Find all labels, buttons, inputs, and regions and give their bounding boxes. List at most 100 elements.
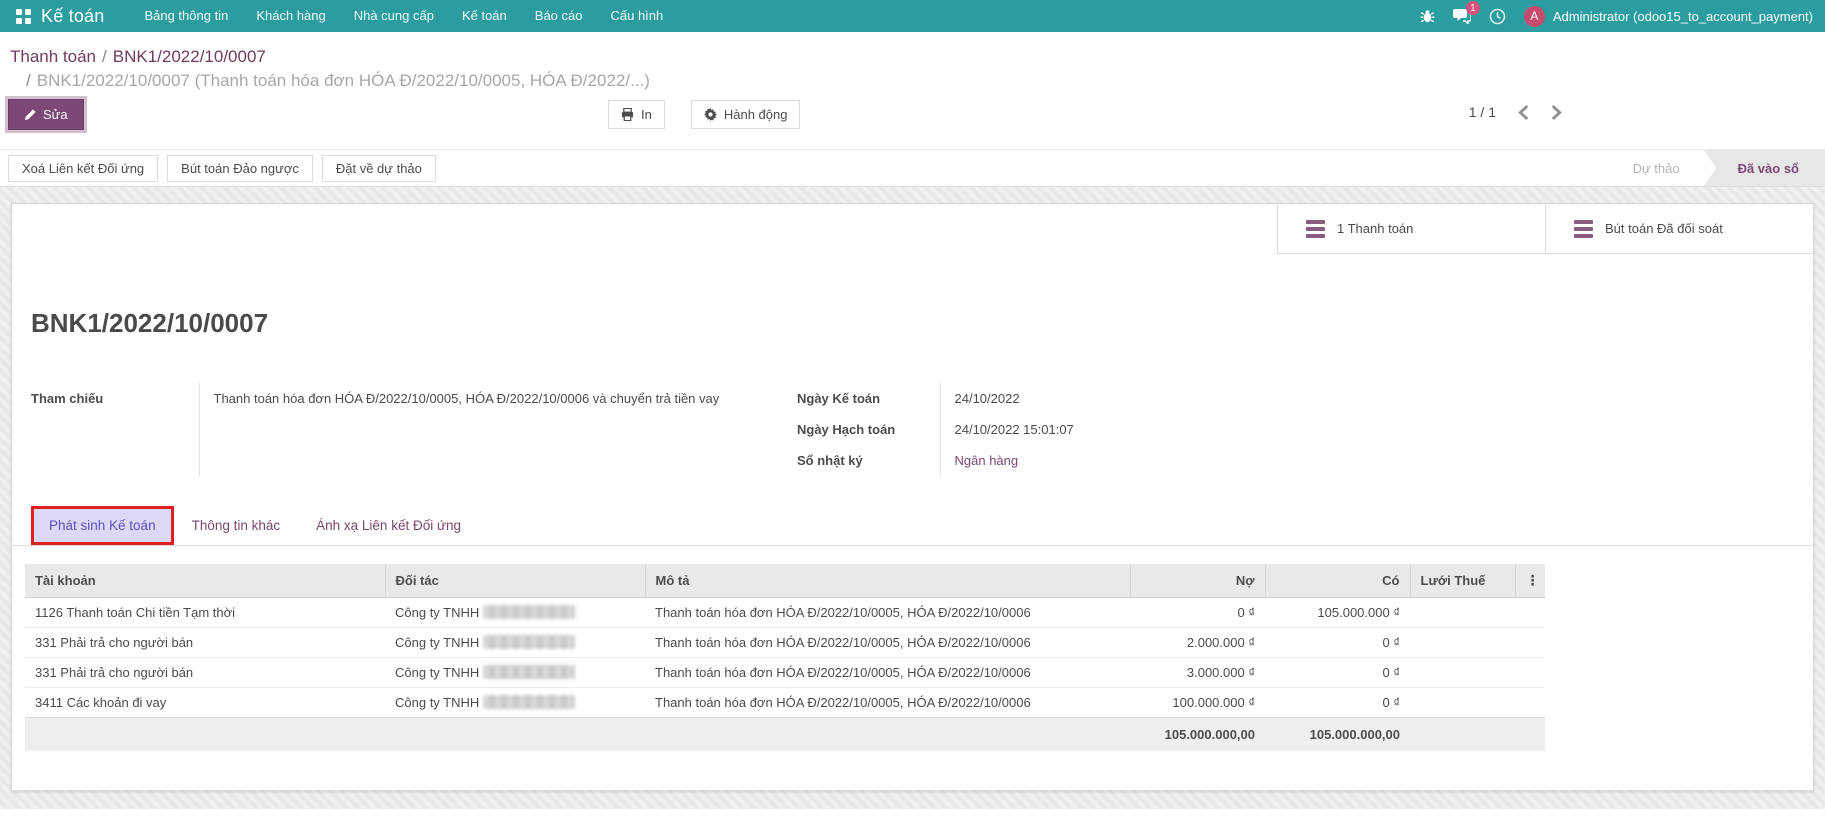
table-row[interactable]: 331 Phải trả cho người bán Công ty TNHH … [25, 628, 1545, 658]
total-credit: 105.000.000,00 [1265, 718, 1410, 752]
user-menu[interactable]: A Administrator (odoo15_to_account_payme… [1524, 6, 1813, 27]
journal-items-table: Tài khoản Đối tác Mô tả Nợ Có Lưới Thuế … [25, 564, 1545, 751]
cell-partner: Công ty TNHH [385, 628, 645, 658]
field-value-journal-link[interactable]: Ngân hàng [955, 453, 1019, 468]
cell-partner: Công ty TNHH [385, 598, 645, 628]
cell-tax-grid [1410, 688, 1515, 718]
cell-description: Thanh toán hóa đơn HÓA Đ/2022/10/0005, H… [645, 598, 1130, 628]
column-header-credit[interactable]: Có [1265, 564, 1410, 598]
breadcrumb-separator-2: / [26, 71, 31, 90]
totals-row: 105.000.000,00 105.000.000,00 [25, 718, 1545, 752]
field-label-accounting-date: Ngày Kế toán [797, 383, 940, 414]
print-button[interactable]: In [608, 100, 665, 129]
pager-previous-icon[interactable] [1518, 105, 1529, 120]
redacted-text [483, 695, 575, 709]
menu-item-bang-thong-tin[interactable]: Bảng thông tin [130, 0, 242, 32]
activities-clock-icon[interactable] [1489, 8, 1506, 25]
redacted-text [483, 605, 575, 619]
column-header-partner[interactable]: Đối tác [385, 564, 645, 598]
cell-credit: 105.000.000 ₫ [1265, 598, 1410, 628]
breadcrumb-separator: / [102, 47, 107, 66]
menu-item-bao-cao[interactable]: Báo cáo [521, 0, 597, 32]
field-label-posting-date: Ngày Hạch toán [797, 414, 940, 445]
column-header-description[interactable]: Mô tả [645, 564, 1130, 598]
field-groups: Tham chiếu Thanh toán hóa đơn HÓA Đ/2022… [31, 383, 1795, 476]
cell-debit: 2.000.000 ₫ [1130, 628, 1265, 658]
redacted-text [483, 635, 575, 649]
cell-description: Thanh toán hóa đơn HÓA Đ/2022/10/0005, H… [645, 688, 1130, 718]
cell-tax-grid [1410, 598, 1515, 628]
record-title: BNK1/2022/10/0007 [31, 308, 1813, 339]
printer-icon [621, 108, 634, 121]
pager: 1 / 1 [1469, 104, 1562, 120]
messages-count-badge: 1 [1466, 1, 1480, 15]
journal-items-icon [1306, 220, 1325, 238]
tab-other-info[interactable]: Thông tin khác [174, 506, 299, 545]
cell-description: Thanh toán hóa đơn HÓA Đ/2022/10/0005, H… [645, 658, 1130, 688]
menu-item-cau-hinh[interactable]: Cấu hình [596, 0, 677, 32]
cell-debit: 0 ₫ [1130, 598, 1265, 628]
user-name: Administrator (odoo15_to_account_payment… [1553, 9, 1813, 24]
table-row[interactable]: 3411 Các khoản đi vay Công ty TNHH Thanh… [25, 688, 1545, 718]
page-background: 1 Thanh toán Bút toán Đã đối soát BNK1/2… [0, 187, 1825, 809]
cell-debit: 100.000.000 ₫ [1130, 688, 1265, 718]
stat-button-reconciled-entries[interactable]: Bút toán Đã đối soát [1545, 204, 1813, 253]
messages-icon[interactable]: 1 [1453, 8, 1471, 24]
tab-journal-items[interactable]: Phát sinh Kế toán [31, 506, 174, 545]
menu-item-khach-hang[interactable]: Khách hàng [242, 0, 339, 32]
cell-tax-grid [1410, 658, 1515, 688]
breadcrumb: Thanh toán/BNK1/2022/10/0007 /BNK1/2022/… [0, 32, 1825, 95]
redacted-text [483, 665, 575, 679]
cell-account: 331 Phải trả cho người bán [25, 628, 385, 658]
stat-button-payments[interactable]: 1 Thanh toán [1277, 204, 1545, 253]
cell-credit: 0 ₫ [1265, 628, 1410, 658]
cell-credit: 0 ₫ [1265, 688, 1410, 718]
column-header-account[interactable]: Tài khoản [25, 564, 385, 598]
user-avatar: A [1524, 6, 1545, 27]
cell-account: 3411 Các khoản đi vay [25, 688, 385, 718]
field-value-accounting-date: 24/10/2022 [940, 383, 1497, 414]
pager-next-icon[interactable] [1551, 105, 1562, 120]
status-steps: Dự thảo Đã vào sổ [1609, 150, 1825, 186]
field-value-posting-date: 24/10/2022 15:01:07 [940, 414, 1497, 445]
pager-value[interactable]: 1 / 1 [1469, 104, 1496, 120]
journal-items-icon [1574, 220, 1593, 238]
column-header-tax-grid[interactable]: Lưới Thuế [1410, 564, 1515, 598]
control-panel: Thanh toán/BNK1/2022/10/0007 /BNK1/2022/… [0, 32, 1825, 187]
table-header-row: Tài khoản Đối tác Mô tả Nợ Có Lưới Thuế … [25, 564, 1545, 598]
menu-item-nha-cung-cap[interactable]: Nhà cung cấp [340, 0, 448, 32]
debug-bug-icon[interactable] [1420, 9, 1435, 24]
stat-button-strip: 1 Thanh toán Bút toán Đã đối soát [12, 204, 1813, 254]
field-value-reference: Thanh toán hóa đơn HÓA Đ/2022/10/0005, H… [199, 383, 783, 476]
app-brand[interactable]: Kế toán [41, 6, 104, 27]
apps-menu-icon[interactable] [16, 9, 31, 24]
action-button[interactable]: Hành động [691, 100, 801, 129]
cell-account: 331 Phải trả cho người bán [25, 658, 385, 688]
cell-partner: Công ty TNHH [385, 658, 645, 688]
form-sheet: 1 Thanh toán Bút toán Đã đối soát BNK1/2… [11, 203, 1814, 791]
total-debit: 105.000.000,00 [1130, 718, 1265, 752]
unreconcile-button[interactable]: Xoá Liên kết Đối ứng [8, 155, 158, 182]
column-header-debit[interactable]: Nợ [1130, 564, 1265, 598]
cell-debit: 3.000.000 ₫ [1130, 658, 1265, 688]
cell-tax-grid [1410, 628, 1515, 658]
status-step-posted[interactable]: Đã vào sổ [1704, 150, 1825, 186]
notebook-tabs: Phát sinh Kế toán Thông tin khác Ánh xạ … [12, 506, 1813, 546]
edit-button[interactable]: Sửa [8, 99, 84, 130]
status-step-draft[interactable]: Dự thảo [1609, 150, 1704, 186]
reset-to-draft-button[interactable]: Đặt về dự thảo [322, 155, 436, 182]
tab-reconciliation-mapping[interactable]: Ánh xạ Liên kết Đối ứng [298, 506, 479, 545]
menu-item-ke-toan[interactable]: Kế toán [448, 0, 521, 32]
reverse-entry-button[interactable]: Bút toán Đảo ngược [167, 155, 313, 182]
cell-partner: Công ty TNHH [385, 688, 645, 718]
field-label-journal: Sổ nhật ký [797, 445, 940, 476]
top-navbar: Kế toán Bảng thông tin Khách hàng Nhà cu… [0, 0, 1825, 32]
breadcrumb-link-record[interactable]: BNK1/2022/10/0007 [113, 47, 266, 66]
field-label-reference: Tham chiếu [31, 383, 199, 476]
statusbar: Xoá Liên kết Đối ứng Bút toán Đảo ngược … [0, 149, 1825, 187]
breadcrumb-link-thanh-toan[interactable]: Thanh toán [10, 47, 96, 66]
gear-icon [704, 108, 717, 121]
table-row[interactable]: 1126 Thanh toán Chi tiền Tạm thời Công t… [25, 598, 1545, 628]
table-row[interactable]: 331 Phải trả cho người bán Công ty TNHH … [25, 658, 1545, 688]
optional-columns-icon[interactable]: ⋮ [1515, 564, 1545, 598]
